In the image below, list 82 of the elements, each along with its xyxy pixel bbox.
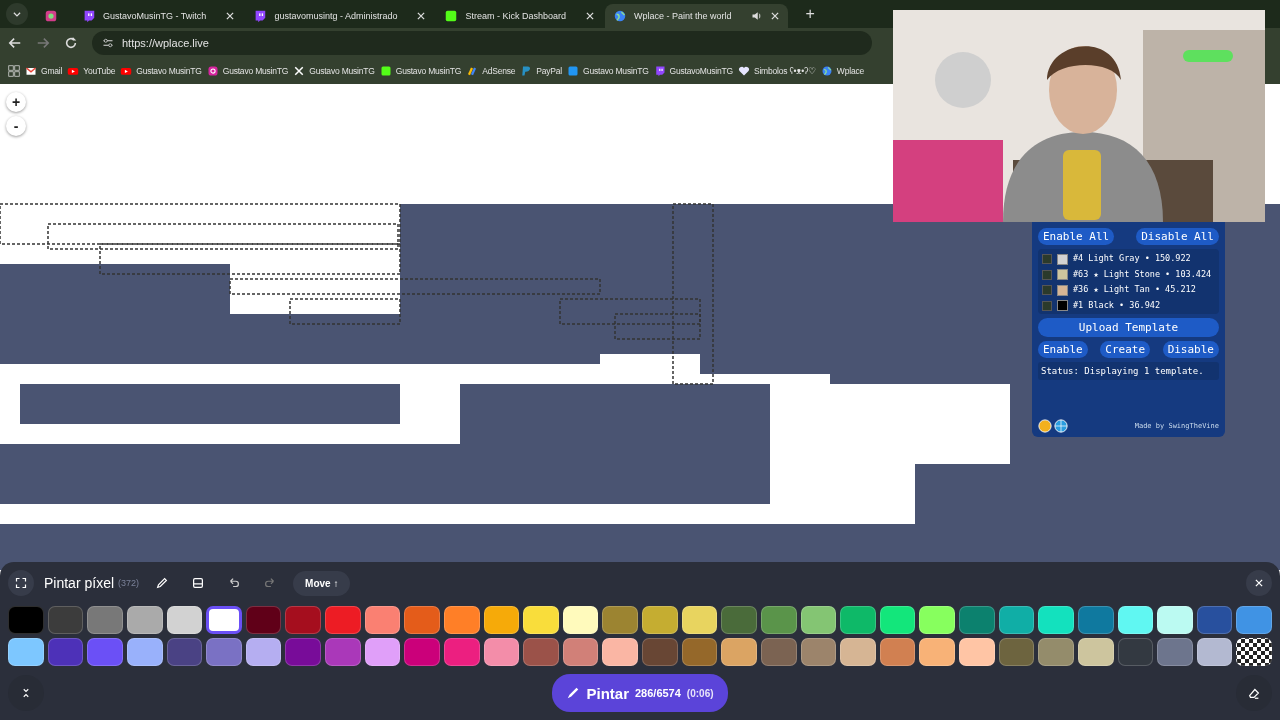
checkbox[interactable] (1042, 254, 1052, 264)
expand-icon (15, 577, 27, 589)
upload-template-button[interactable]: Upload Template (1038, 318, 1219, 337)
checkbox[interactable] (1042, 300, 1052, 311)
globe-icon (613, 9, 627, 23)
site-settings-icon[interactable] (102, 37, 114, 49)
round-icon[interactable] (1038, 419, 1052, 433)
move-button[interactable]: Move ↑ (293, 570, 351, 596)
speech-bubble-icon (82, 9, 96, 23)
panel-button[interactable]: Disable (1162, 341, 1219, 358)
play-icon (120, 65, 133, 77)
square-icon (379, 65, 392, 77)
square-icon (444, 9, 459, 23)
brush-icon (566, 686, 581, 700)
reload-icon[interactable] (64, 36, 78, 50)
undo-icon (227, 576, 242, 590)
speaker-icon[interactable] (750, 10, 763, 22)
apps-grid-icon[interactable] (8, 65, 20, 77)
tab-list-button[interactable] (6, 3, 28, 25)
url-text: https://wplace.live (122, 37, 209, 49)
transparent-swatch[interactable] (1236, 638, 1272, 666)
back-icon[interactable] (8, 36, 22, 50)
bookmark[interactable]: PayPal (520, 65, 563, 77)
panel-button[interactable]: Create (1100, 341, 1151, 358)
bookmark[interactable]: Gmail (25, 65, 63, 77)
camera-icon (206, 65, 219, 77)
speech-bubble-icon (653, 65, 666, 77)
bookmark[interactable]: GustavoMusinTG (653, 65, 733, 77)
speech-bubble-icon (253, 9, 268, 23)
color-label: #4 Light Gray • 150.922 (1073, 252, 1191, 264)
bookmark[interactable]: Gustavo MusinTG (293, 65, 375, 77)
bookmark[interactable]: Wplace (820, 65, 864, 77)
eraser-icon (1247, 686, 1261, 700)
close-icon[interactable] (585, 11, 595, 21)
checkbox[interactable] (1042, 269, 1052, 280)
color-label: #1 Black • 36.942 (1073, 298, 1160, 311)
envelope-icon (25, 65, 37, 77)
browser-tab[interactable]: Stream - Kick Dashboard (436, 4, 603, 28)
status-text: Status: Displaying 1 template. (1038, 362, 1219, 380)
panel-title: Pintar píxel (44, 575, 115, 591)
pencil-icon (155, 576, 170, 590)
bookmark[interactable]: Gustavo MusinTG (206, 65, 289, 77)
fullscreen-button[interactable] (8, 570, 34, 596)
heart-icon (737, 65, 750, 77)
forward-icon[interactable] (36, 36, 50, 50)
checkbox[interactable] (1042, 285, 1052, 295)
cross-icon (293, 65, 306, 77)
new-tab-button[interactable]: + (799, 4, 821, 24)
browser-tab[interactable]: gustavomusintg - Administrado (245, 4, 435, 28)
panel-button[interactable]: Disable All (1136, 228, 1219, 245)
close-icon[interactable] (416, 11, 427, 21)
square-icon (191, 576, 206, 590)
square-icon (567, 65, 580, 77)
eraser-button[interactable] (1236, 675, 1272, 711)
browser-tab[interactable]: GustavoMusinTG - Twitch (74, 4, 244, 28)
address-bar[interactable]: https://wplace.live (92, 31, 872, 55)
bookmark[interactable]: Simbolos ʕ•ᴥ•ʔ♡ (737, 65, 816, 77)
globe-icon[interactable] (1054, 419, 1068, 433)
color-swatch[interactable] (206, 606, 242, 634)
paint-button[interactable]: Pintar 286/6574 (0:06) (552, 674, 728, 712)
bookmark[interactable]: Gustavo MusinTG (120, 65, 202, 77)
pixel-count: (372) (118, 578, 140, 588)
panel-button[interactable]: Enable All (1038, 228, 1115, 245)
globe-icon (820, 65, 833, 77)
close-icon[interactable] (769, 11, 780, 21)
chevron-down-icon (12, 9, 22, 19)
close-icon[interactable] (225, 11, 236, 21)
bookmark[interactable]: YouTube (67, 65, 116, 77)
browser-tab[interactable]: Wplace - Paint the world (605, 4, 788, 28)
bookmark[interactable]: AdSense (466, 65, 516, 77)
bookmark[interactable]: Gustavo MusinTG (567, 65, 649, 77)
color-label: #36 ★ Light Tan • 45.212 (1073, 283, 1196, 295)
shield-icon (520, 65, 533, 77)
color-label: #63 ★ Light Stone • 103.424 (1073, 267, 1212, 280)
app-icon (44, 9, 58, 23)
close-button[interactable] (1246, 570, 1272, 596)
close-icon (1254, 578, 1264, 588)
stripes-icon (466, 65, 479, 77)
panel-button[interactable]: Enable (1038, 341, 1088, 358)
play-icon (67, 65, 80, 77)
collapse-icon (20, 687, 32, 699)
bookmark[interactable]: Gustavo MusinTG (379, 65, 462, 77)
